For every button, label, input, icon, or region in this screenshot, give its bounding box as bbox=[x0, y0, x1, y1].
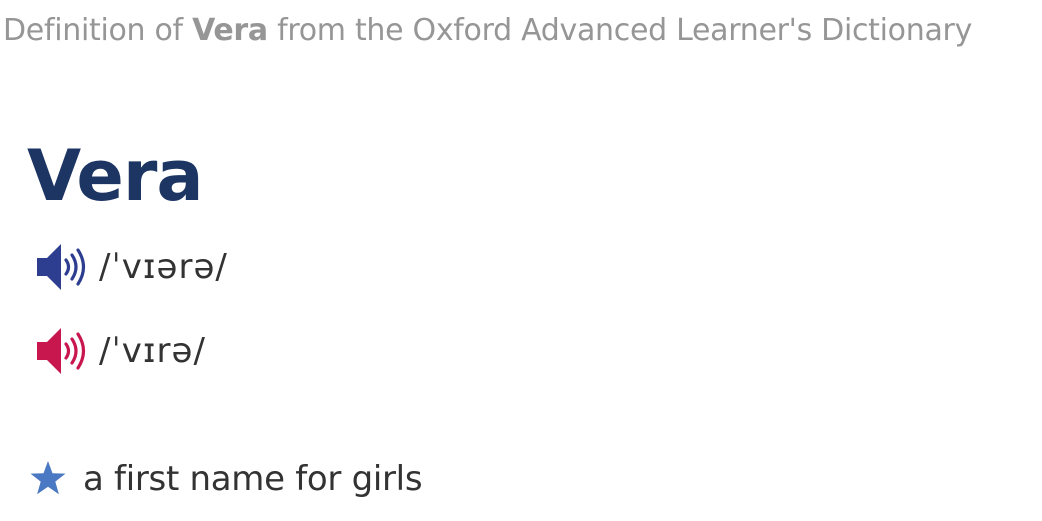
speaker-icon[interactable] bbox=[35, 324, 89, 378]
sense-item: a first name for girls bbox=[29, 456, 423, 502]
pronunciation-british: /ˈvɪərə/ bbox=[35, 240, 228, 294]
page-heading: Definition of Vera from the Oxford Advan… bbox=[3, 11, 972, 51]
phonetic-transcription: /ˈvɪrə/ bbox=[99, 331, 206, 371]
speaker-icon[interactable] bbox=[35, 240, 89, 294]
sense-definition: a first name for girls bbox=[83, 459, 423, 499]
entry-headword: Vera bbox=[27, 135, 204, 217]
star-icon bbox=[30, 461, 66, 495]
phonetic-transcription: /ˈvɪərə/ bbox=[99, 247, 228, 287]
heading-headword: Vera bbox=[192, 13, 268, 48]
pronunciation-american: /ˈvɪrə/ bbox=[35, 324, 206, 378]
heading-prefix: Definition of bbox=[3, 13, 183, 48]
heading-suffix: from the Oxford Advanced Learner's Dicti… bbox=[277, 13, 973, 48]
